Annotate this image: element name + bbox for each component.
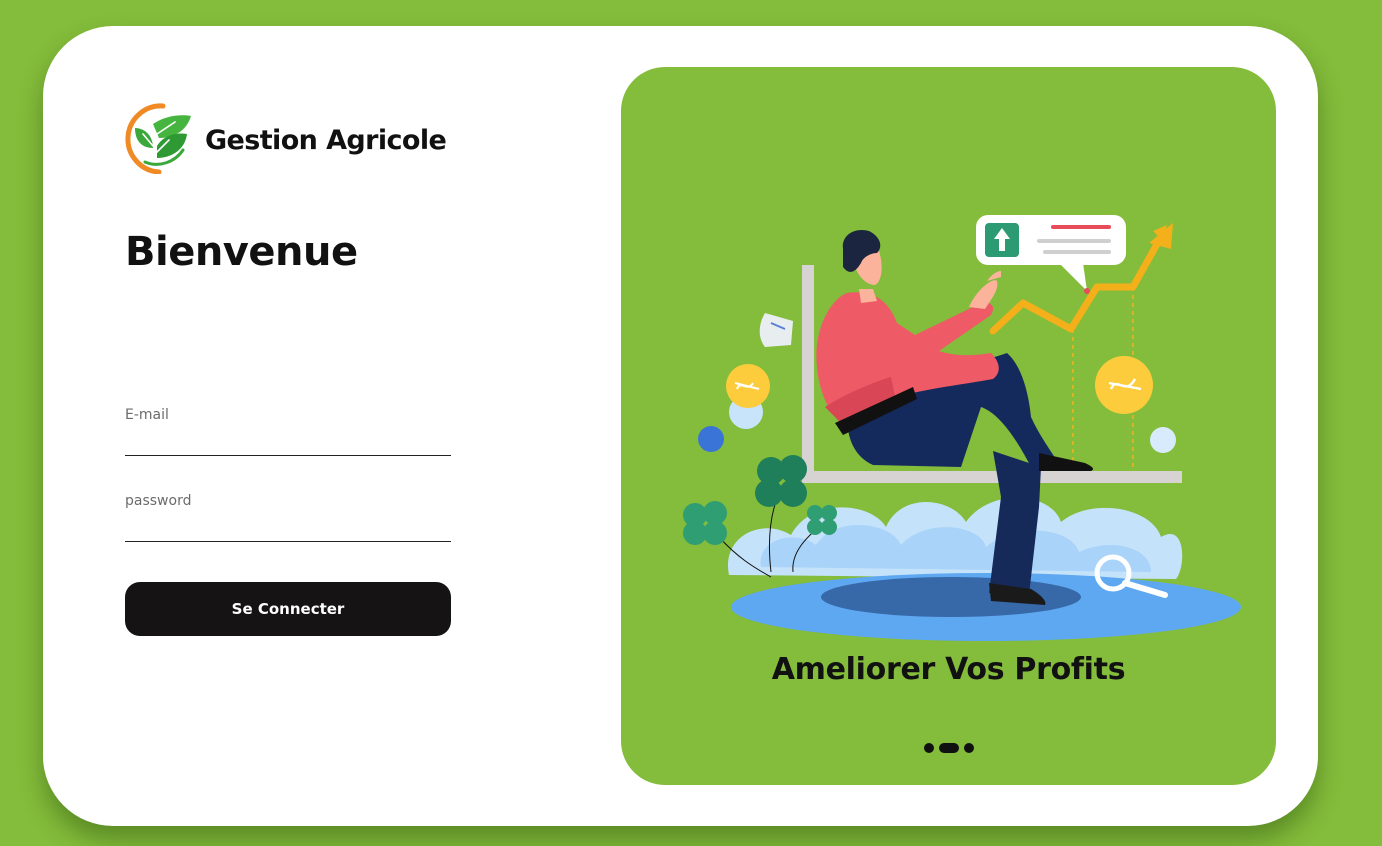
email-label: E-mail (125, 407, 169, 423)
brand: Gestion Agricole (123, 102, 447, 174)
login-button[interactable]: Se Connecter (125, 582, 451, 636)
password-label: password (125, 493, 192, 509)
password-field: password (125, 494, 451, 542)
promo-panel: Ameliorer Vos Profits (621, 67, 1276, 785)
password-input[interactable] (125, 508, 451, 536)
email-field: E-mail (125, 408, 451, 456)
carousel-dot-1[interactable] (923, 743, 934, 753)
carousel-dot-2[interactable] (938, 743, 959, 753)
email-input[interactable] (125, 422, 451, 450)
login-card: Gestion Agricole Bienvenue E-mail passwo… (43, 26, 1318, 826)
page-title: Bienvenue (125, 229, 358, 275)
promo-caption: Ameliorer Vos Profits (771, 652, 1126, 687)
carousel-indicator (621, 743, 1276, 753)
carousel-dot-3[interactable] (963, 743, 974, 753)
leaf-logo-icon (125, 103, 191, 174)
man-growth-chart-illustration (683, 215, 1241, 641)
brand-name: Gestion Agricole (205, 124, 447, 156)
